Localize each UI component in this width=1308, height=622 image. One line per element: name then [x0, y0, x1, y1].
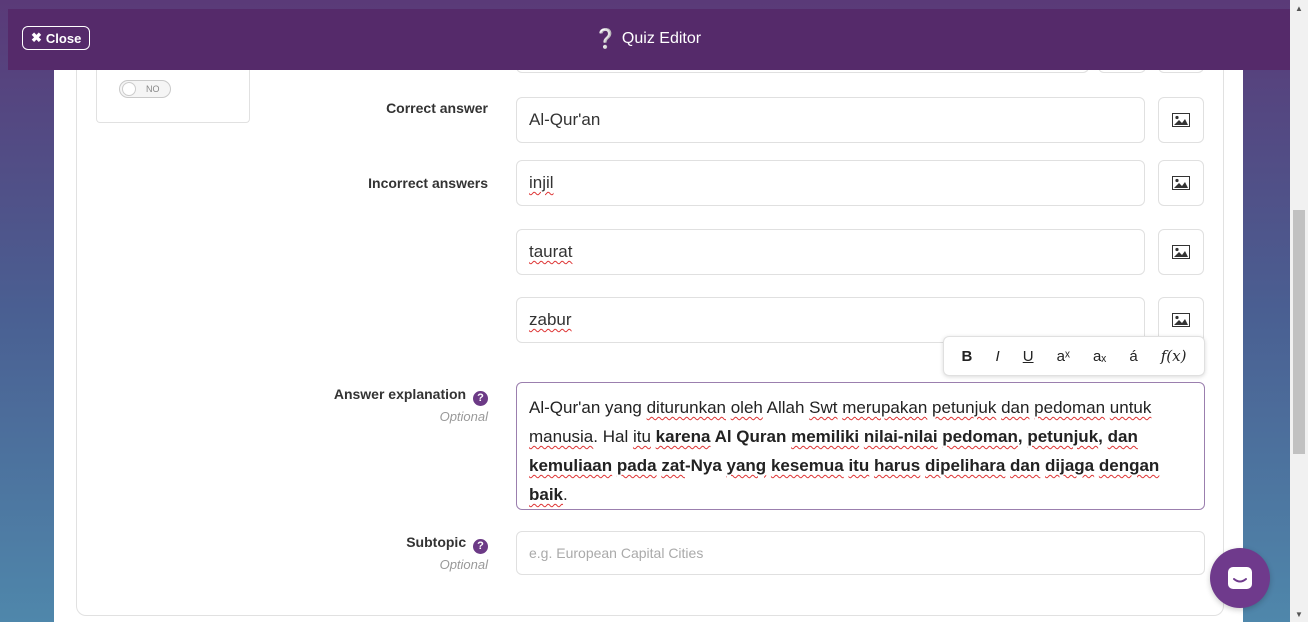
correct-answer-label: Correct answer — [386, 100, 488, 116]
image-icon — [1172, 245, 1190, 259]
incorrect-answer-value: injil — [529, 173, 554, 192]
subtopic-label-block: Subtopic ? Optional — [406, 534, 488, 572]
image-icon — [1172, 313, 1190, 327]
explanation-label: Answer explanation — [333, 386, 467, 402]
underline-button[interactable]: U — [1023, 348, 1034, 365]
italic-button[interactable]: I — [995, 348, 999, 365]
help-icon[interactable]: ? — [473, 538, 488, 554]
help-icon[interactable]: ? — [473, 390, 488, 406]
explanation-editor[interactable]: Al-Qur'an yang diturunkan oleh Allah Swt… — [516, 382, 1205, 510]
scrollbar[interactable]: ▲ ▼ — [1290, 0, 1308, 622]
superscript-button[interactable]: aˣ — [1057, 348, 1070, 365]
incorrect-answer-value: taurat — [529, 242, 573, 261]
explanation-label-block: Answer explanation ? Optional — [334, 386, 488, 424]
subtopic-input[interactable]: e.g. European Capital Cities — [516, 531, 1205, 575]
format-toolbar: B I U aˣ aₓ á f(x) — [943, 336, 1205, 376]
page-title-wrap: ❔ Quiz Editor — [8, 29, 1290, 50]
chat-launcher-button[interactable] — [1210, 548, 1270, 608]
scroll-up-icon[interactable]: ▲ — [1295, 4, 1303, 13]
correct-answer-input[interactable]: Al-Qur'an — [516, 97, 1145, 143]
incorrect-answer-input[interactable]: injil — [516, 160, 1145, 206]
settings-toggle[interactable]: NO — [119, 80, 171, 98]
subtopic-label: Subtopic — [406, 534, 467, 550]
subscript-button[interactable]: aₓ — [1093, 348, 1106, 365]
image-icon — [1172, 176, 1190, 190]
chat-icon — [1228, 567, 1252, 589]
toggle-knob — [122, 82, 136, 96]
top-bar: ✖ Close ❔ Quiz Editor — [8, 9, 1290, 70]
incorrect-answer-input[interactable]: taurat — [516, 229, 1145, 275]
subtopic-optional: Optional — [439, 556, 488, 572]
incorrect-answers-label: Incorrect answers — [368, 175, 488, 191]
formula-button[interactable]: f(x) — [1161, 347, 1187, 365]
scroll-down-icon[interactable]: ▼ — [1295, 610, 1303, 619]
incorrect-answer-value: zabur — [529, 310, 572, 329]
question-mark-icon: ❔ — [593, 29, 618, 50]
scroll-thumb[interactable] — [1293, 210, 1305, 454]
toggle-text: NO — [146, 84, 160, 94]
bold-button[interactable]: B — [962, 348, 973, 365]
accent-button[interactable]: á — [1129, 348, 1137, 365]
page-title: Quiz Editor — [621, 30, 702, 47]
explanation-optional: Optional — [439, 408, 488, 424]
incorrect-answer-image-button[interactable] — [1158, 160, 1204, 206]
subtopic-placeholder: e.g. European Capital Cities — [529, 545, 704, 561]
incorrect-answer-image-button[interactable] — [1158, 229, 1204, 275]
correct-answer-value: Al-Qur'an — [529, 110, 601, 129]
correct-answer-image-button[interactable] — [1158, 97, 1204, 143]
image-icon — [1172, 113, 1190, 127]
